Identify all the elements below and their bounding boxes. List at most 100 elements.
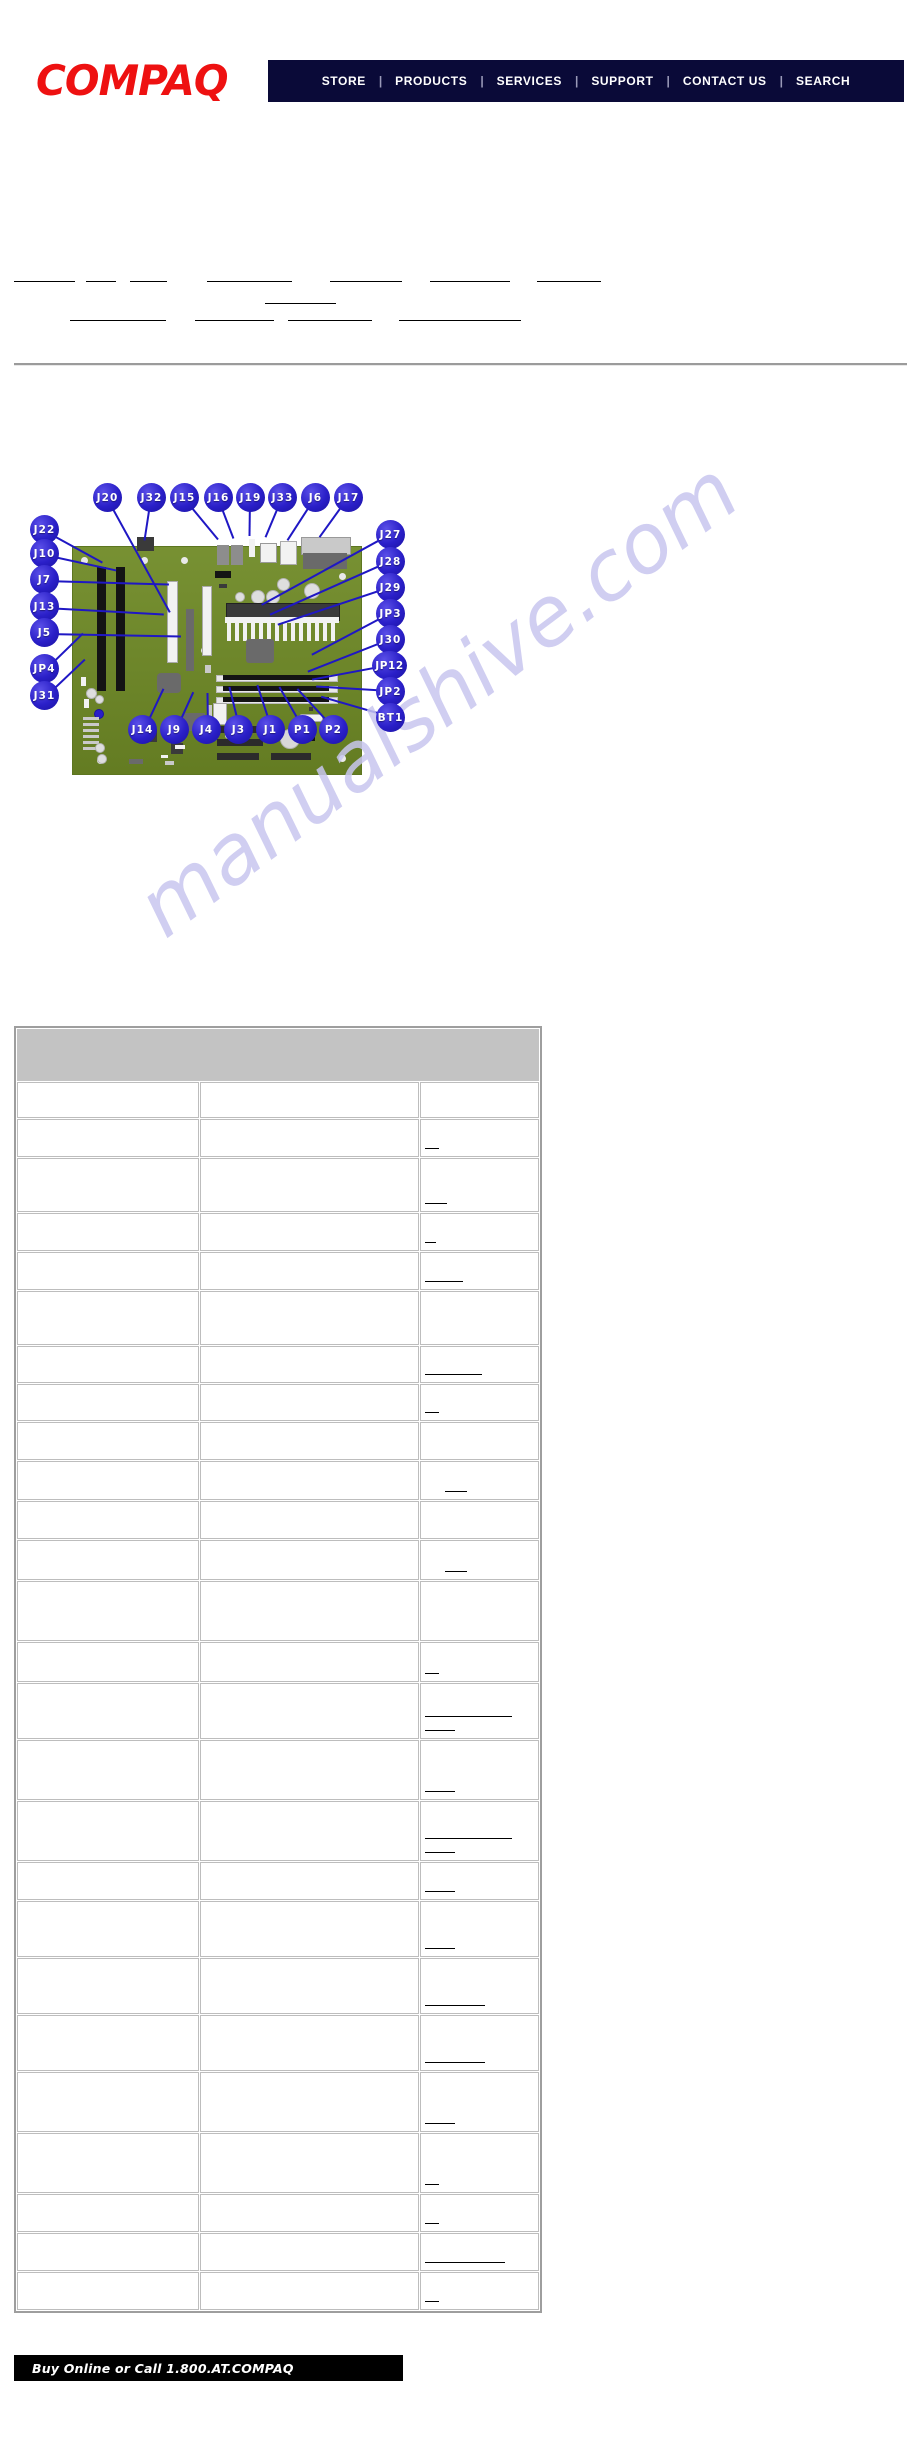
table-cell-link[interactable] <box>424 1229 436 1243</box>
cell-description <box>199 1461 419 1500</box>
table-cell-link[interactable] <box>424 1992 485 2006</box>
page-link-1[interactable] <box>14 268 75 282</box>
table-cell-link[interactable] <box>424 1361 482 1375</box>
table-cell-link[interactable] <box>424 1660 439 1674</box>
system-board-figure: J20 J32 J15 J16 J19 J33 J6 J17 J22 J10 J7 J13 J5 JP4 J… <box>20 465 600 925</box>
page-link-4[interactable] <box>207 268 292 282</box>
table-cell-link[interactable] <box>424 1190 447 1204</box>
motherboard-graphic <box>72 537 362 775</box>
dimm-slot-inner <box>223 697 329 702</box>
power-header <box>271 753 311 760</box>
cell-link-wrap <box>424 1839 534 1853</box>
cell-link-wrap <box>424 2171 534 2185</box>
table-cell-link[interactable] <box>424 2249 505 2263</box>
cell-reference <box>419 1540 539 1580</box>
cell-spacer <box>425 1962 534 1992</box>
table-cell-link[interactable] <box>444 1558 467 1572</box>
connector-reference-table <box>14 1026 542 2313</box>
page-link-9[interactable] <box>70 307 166 321</box>
capacitor <box>95 695 104 704</box>
cell-spacer <box>425 2237 534 2249</box>
page-link-8[interactable] <box>265 290 336 304</box>
page-link-7[interactable] <box>537 268 601 282</box>
page-link-5[interactable] <box>330 268 402 282</box>
callout-j20: J20 <box>93 483 122 512</box>
page-link-2[interactable] <box>86 268 116 282</box>
table-row <box>17 1642 539 1682</box>
page-link-3[interactable] <box>130 268 167 282</box>
table-cell-link[interactable] <box>424 1839 455 1853</box>
page-link-11[interactable] <box>288 307 372 321</box>
cell-spacer <box>425 1646 534 1660</box>
rj45-connector <box>260 543 277 563</box>
cell-spacer <box>425 1123 534 1135</box>
nav-link-products[interactable]: PRODUCTS <box>382 74 480 88</box>
table-cell-link[interactable] <box>424 1878 455 1892</box>
table-cell-link[interactable] <box>424 2171 439 2185</box>
callout-j7: J7 <box>30 565 59 594</box>
table-header-row <box>17 1029 539 1081</box>
nav-link-support[interactable]: SUPPORT <box>578 74 666 88</box>
cell-description <box>199 1291 419 1345</box>
nav-link-services[interactable]: SERVICES <box>484 74 575 88</box>
page-link-6[interactable] <box>430 268 510 282</box>
cell-reference <box>419 1082 539 1118</box>
table-row <box>17 1801 539 1861</box>
cell-description <box>199 1862 419 1900</box>
table-cell-link[interactable] <box>424 2110 455 2124</box>
cell-description <box>199 1346 419 1383</box>
mount-hole <box>339 755 346 762</box>
table-cell-link[interactable] <box>424 2288 439 2302</box>
table-cell-link[interactable] <box>424 1703 512 1717</box>
callout-j28: J28 <box>376 547 405 576</box>
table-cell-link[interactable] <box>424 1778 455 1792</box>
heatsink-fin <box>291 623 295 641</box>
table-row <box>17 1862 539 1900</box>
heatsink-fin <box>275 623 279 641</box>
cell-connector-id <box>17 1082 199 1118</box>
nav-link-search[interactable]: SEARCH <box>783 74 863 88</box>
table-cell-link[interactable] <box>424 1268 463 1282</box>
cell-link-wrap <box>424 2110 534 2124</box>
callout-j3: J3 <box>224 715 253 744</box>
capacitor <box>95 743 105 753</box>
table-cell-link[interactable] <box>424 1717 455 1731</box>
cell-description <box>199 2233 419 2271</box>
cell-reference <box>419 1422 539 1460</box>
pci-slot <box>167 581 178 663</box>
page-link-12[interactable] <box>399 307 521 321</box>
callout-j10: J10 <box>30 539 59 568</box>
table-cell-link[interactable] <box>444 1478 467 1492</box>
page-link-10[interactable] <box>195 307 274 321</box>
capacitor <box>97 754 107 764</box>
cell-connector-id <box>17 1119 199 1157</box>
cell-connector-id <box>17 1213 199 1251</box>
footer-bar[interactable]: Buy Online or Call 1.800.AT.COMPAQ <box>14 2355 403 2381</box>
cell-description <box>199 1740 419 1800</box>
table-cell-link[interactable] <box>424 2049 485 2063</box>
table-cell-link[interactable] <box>424 1135 439 1149</box>
cell-description <box>199 2133 419 2193</box>
nav-link-contact-us[interactable]: CONTACT US <box>670 74 780 88</box>
table-cell-link[interactable] <box>424 2210 439 2224</box>
cell-link-wrap <box>424 2049 534 2063</box>
cell-connector-id <box>17 1291 199 1345</box>
cell-connector-id <box>17 1740 199 1800</box>
cell-reference <box>419 1384 539 1421</box>
cell-spacer <box>425 1350 534 1361</box>
cell-connector-id <box>17 1642 199 1682</box>
table-cell-link[interactable] <box>424 1399 439 1413</box>
table-row <box>17 1901 539 1957</box>
led-header <box>84 699 89 708</box>
cell-connector-id <box>17 1581 199 1641</box>
nav-link-store[interactable]: STORE <box>309 74 379 88</box>
table-cell-link[interactable] <box>424 1935 455 1949</box>
cell-reference <box>419 1252 539 1290</box>
table-row <box>17 1740 539 1800</box>
cell-description <box>199 1213 419 1251</box>
edge-pin <box>83 717 99 720</box>
jumper-white <box>175 745 185 749</box>
table-cell-link[interactable] <box>424 1825 512 1839</box>
table-row <box>17 2233 539 2271</box>
cell-reference <box>419 1862 539 1900</box>
